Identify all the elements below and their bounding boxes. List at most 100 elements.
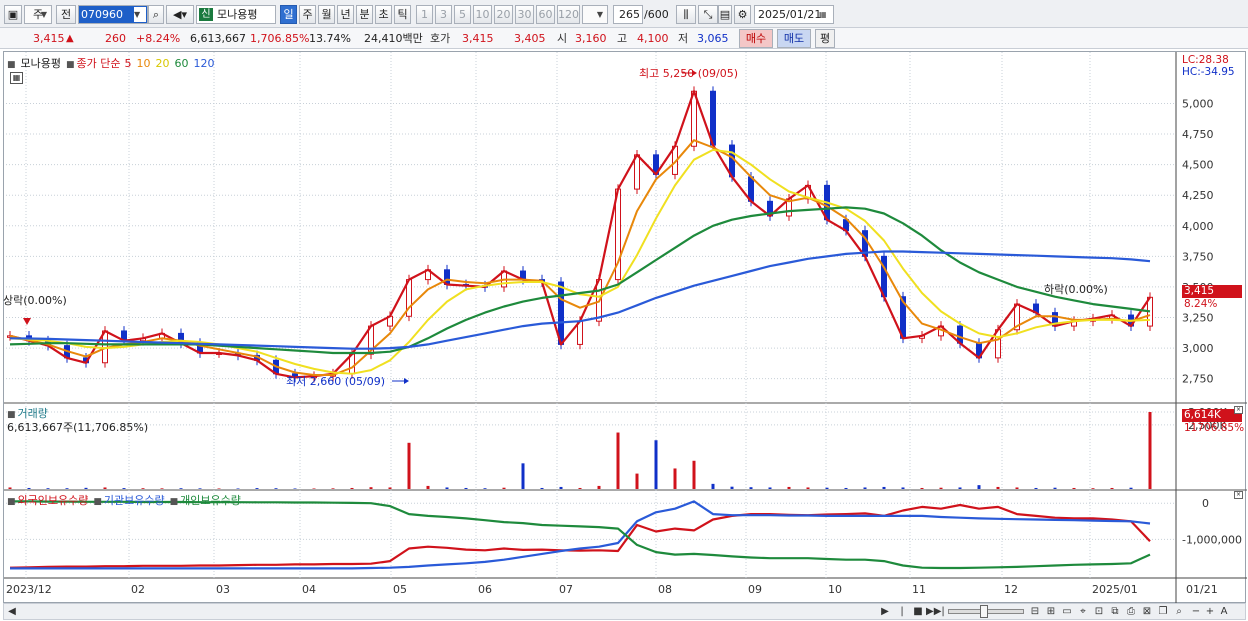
compare-icon[interactable]: ⧉: [1108, 605, 1122, 619]
data-count-input[interactable]: 265: [613, 5, 643, 24]
period-button-minute[interactable]: 분: [356, 5, 373, 24]
chart-settings-icon[interactable]: ⊠: [1140, 605, 1154, 619]
period-button-second[interactable]: 초: [375, 5, 392, 24]
gear-icon[interactable]: ⚙: [734, 5, 751, 24]
draw-tool-icon[interactable]: ⤡: [698, 5, 718, 24]
candle-type-icon[interactable]: ⫼: [676, 5, 696, 24]
volume-bar: [122, 488, 126, 489]
volume-bar: [236, 488, 240, 489]
table-icon[interactable]: ▦: [10, 72, 23, 84]
layout-grid-icon[interactable]: ⊞: [1044, 605, 1058, 619]
copy-icon[interactable]: ❐: [1156, 605, 1170, 619]
x-tick-label: 02: [131, 583, 145, 596]
legend-stock-name: 모나용평: [20, 57, 61, 70]
chart-panel[interactable]: 2023/12 02 03 04 05 06 07 08 09 10 11 12 2025/01 01/2…: [3, 51, 1247, 604]
volume-bar: [84, 487, 88, 489]
high-marker-label: 최고 5,250 (09/05): [639, 67, 739, 80]
interval-button-10[interactable]: 10: [473, 5, 492, 24]
chart-scrollbar[interactable]: ◀ ▶ |◀◀ ■ ▶▶| ⊟ ⊞ ▭ ⌖ ⊡ ⧉ ⎙ ⊠ ❐ ⌕ − + A: [3, 603, 1246, 621]
auto-scale-icon[interactable]: A: [1218, 605, 1230, 619]
layout-icon[interactable]: ▣: [4, 5, 22, 24]
period-button-tick[interactable]: 틱: [394, 5, 411, 24]
interval-button-120[interactable]: 120: [557, 5, 580, 24]
fast-forward-icon[interactable]: ▶▶|: [926, 605, 945, 619]
period-button-week[interactable]: 주: [299, 5, 316, 24]
indicator-icon[interactable]: ⊡: [1092, 605, 1106, 619]
sell-button[interactable]: 매도: [777, 29, 811, 48]
volume-bar: [806, 487, 810, 489]
interval-custom-input[interactable]: ▼: [582, 5, 608, 24]
zoom-out-icon[interactable]: −: [1190, 605, 1202, 619]
interval-button-20[interactable]: 20: [494, 5, 513, 24]
calendar-icon[interactable]: ▦: [819, 7, 832, 22]
crosshair-icon[interactable]: ⌖: [1076, 605, 1090, 619]
period-button-day[interactable]: 일: [280, 5, 297, 24]
layout-split-icon[interactable]: ⊟: [1028, 605, 1042, 619]
interval-button-1[interactable]: 1: [416, 5, 433, 24]
rewind-icon[interactable]: |◀◀: [894, 605, 910, 621]
stock-code-value: 070960: [81, 8, 123, 21]
legend-foreign-holdings: 외국인보유수량: [17, 494, 89, 507]
save-icon[interactable]: ▤: [718, 5, 732, 24]
interval-button-30[interactable]: 30: [515, 5, 534, 24]
interval-button-60[interactable]: 60: [536, 5, 555, 24]
scroll-left-icon[interactable]: ◀: [7, 605, 17, 619]
volume-bar: [141, 488, 145, 489]
period-select[interactable]: 주 ▼: [24, 5, 52, 24]
stock-name-field[interactable]: 신 모나용평: [196, 5, 276, 24]
buy-button[interactable]: 매수: [739, 29, 773, 48]
price-info-bar: 3,415 ▲ 260 +8.24% 6,613,667 1,706.85% 1…: [0, 28, 1248, 49]
last-price-tag: 3,415: [1182, 285, 1242, 298]
period-button-month[interactable]: 월: [318, 5, 335, 24]
speaker-icon[interactable]: ◀▾: [166, 5, 194, 24]
y-tick-label: 4,250: [1182, 189, 1214, 202]
legend-ma-60: 60: [174, 57, 189, 70]
volume-bar: [521, 463, 525, 489]
price-change-rate: +8.24%: [136, 32, 181, 45]
volume-value-label: 6,613,667주(11,706.85%): [7, 421, 149, 434]
scroll-thumb[interactable]: [980, 605, 988, 618]
y-tick-label: 2,750: [1182, 373, 1214, 386]
evaluation-button[interactable]: 평: [815, 29, 835, 48]
volume-bar: [616, 432, 620, 489]
stop-icon[interactable]: ■: [912, 605, 924, 619]
y-tick-label: 4,500: [1182, 159, 1214, 172]
low-label: 저: [678, 32, 689, 45]
volume-bar: [8, 487, 12, 489]
volume-bar: [597, 485, 601, 489]
bid-price: 3,405: [514, 32, 546, 45]
chart-canvas[interactable]: 2023/12 02 03 04 05 06 07 08 09 10 11 12 2025/01 01/2…: [4, 52, 1247, 604]
period-button-year[interactable]: 년: [337, 5, 354, 24]
volume-bar: [578, 487, 582, 489]
window-icon[interactable]: ▭: [1060, 605, 1074, 619]
volume-bar: [502, 487, 506, 489]
prev-button[interactable]: 전: [56, 5, 76, 24]
volume-bar: [996, 486, 1000, 489]
volume-bar: [958, 487, 962, 489]
x-tick-label: 03: [216, 583, 230, 596]
x-tick-label: 04: [302, 583, 316, 596]
pane-close-icon[interactable]: ×: [1234, 491, 1243, 499]
interval-button-3[interactable]: 3: [435, 5, 452, 24]
zoom-in-icon[interactable]: +: [1204, 605, 1216, 619]
x-tick-label: 2025/01: [1092, 583, 1138, 596]
x-tick-label: 05: [393, 583, 407, 596]
x-tick-label: 11: [912, 583, 926, 596]
volume-bar: [274, 488, 278, 489]
chevron-down-icon: ▼: [596, 10, 604, 19]
y-tick-label: 5,000: [1182, 97, 1214, 110]
interval-button-5[interactable]: 5: [454, 5, 471, 24]
scroll-right-icon[interactable]: ▶: [880, 605, 890, 619]
search-icon[interactable]: ⌕: [148, 5, 164, 24]
print-icon[interactable]: ⎙: [1124, 605, 1138, 619]
date-input[interactable]: 2025/01/21 ▦: [754, 5, 834, 24]
chevron-down-icon: ▼: [40, 10, 48, 19]
pane-close-icon[interactable]: ×: [1234, 406, 1243, 414]
stock-code-input[interactable]: 070960 ▼: [78, 5, 148, 24]
x-tick-label: 2023/12: [6, 583, 52, 596]
zoom-icon[interactable]: ⌕: [1172, 605, 1186, 619]
holdings-series-line: [10, 500, 1151, 570]
price-legend: ■ 모나용평 ■ 종가 단순 5 10 20 60 120: [7, 55, 220, 71]
x-tick-label: 06: [478, 583, 492, 596]
chevron-down-icon: ▼: [134, 7, 146, 22]
